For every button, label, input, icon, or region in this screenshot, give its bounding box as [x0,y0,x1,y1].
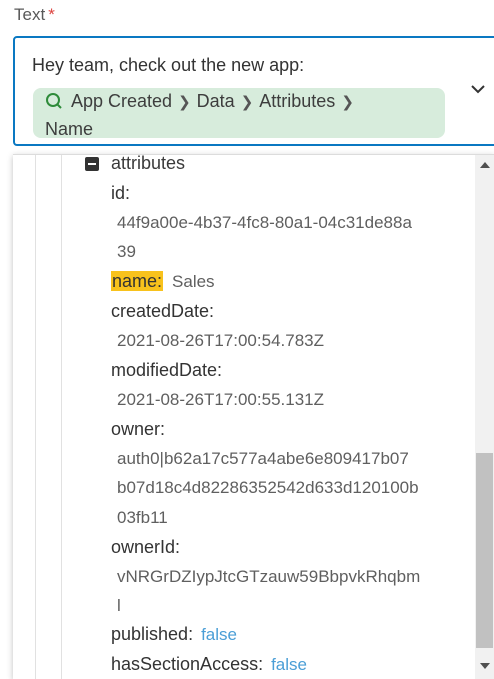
attr-value-name: Sales [172,272,215,291]
attr-key-modifieddate[interactable]: modifiedDate: [111,360,222,381]
attr-key-published-label: published: [111,624,194,644]
editor-message: Hey team, check out the new app: [32,55,305,75]
attr-key-id[interactable]: id: [111,183,130,204]
tree-guide-line [61,155,62,679]
attr-value-hassectionaccess: false [271,655,307,674]
token-segment-app-created: App Created [71,91,173,111]
attr-key-published[interactable]: published: false [111,624,237,645]
chevron-right-icon: ❯ [240,94,254,111]
attr-value-owner-line3[interactable]: 03fb11 [117,508,168,528]
scroll-up-arrow-icon[interactable] [480,162,490,168]
text-editor[interactable]: Hey team, check out the new app: App Cre… [13,36,494,146]
attr-value-owner-line2[interactable]: b07d18c4d82286352542d633d120100b [117,478,419,498]
attr-key-name-highlight: name: [111,271,164,291]
attr-value-modifieddate[interactable]: 2021-08-26T17:00:55.131Z [117,390,324,410]
data-picker-popup: attributes id: 44f9a00e-4b37-4fc8-80a1-0… [13,154,494,679]
collapse-icon[interactable] [85,157,99,171]
token-segment-data: Data [196,91,235,111]
chevron-right-icon: ❯ [341,94,354,111]
attr-key-hassectionaccess[interactable]: hasSectionAccess: false [111,654,307,675]
tree-node-attributes[interactable]: attributes [111,155,185,174]
attr-value-published: false [201,625,237,644]
attr-value-ownerid-line1[interactable]: vNRGrDZIypJtcGTzauw59BbpvkRhqbm [117,567,420,587]
attr-value-createddate[interactable]: 2021-08-26T17:00:54.783Z [117,331,324,351]
attr-key-createddate[interactable]: createdDate: [111,301,214,322]
attr-value-owner-line1[interactable]: auth0|b62a17c577a4abe6e809417b07 [117,449,409,469]
attr-value-id-line1[interactable]: 44f9a00e-4b37-4fc8-80a1-04c31de88a [117,213,412,233]
chevron-right-icon: ❯ [178,94,191,111]
field-label: Text * [14,5,55,25]
tree-guide-line [35,155,36,679]
required-marker: * [48,5,55,24]
attr-key-ownerid[interactable]: ownerId: [111,537,180,558]
attr-key-hassectionaccess-label: hasSectionAccess: [111,654,264,674]
token-segment-attributes: Attributes [259,91,336,111]
attr-key-name[interactable]: name: Sales [111,271,215,292]
attr-value-id-line2[interactable]: 39 [117,242,136,262]
attr-value-ownerid-line2[interactable]: l [117,596,121,616]
scroll-down-arrow-icon[interactable] [480,663,490,669]
variable-token[interactable]: App Created ❯ Data ❯ Attributes ❯ Name [33,88,445,139]
scroll-thumb[interactable] [476,453,493,648]
chevron-down-icon[interactable] [467,82,489,98]
token-segment-name: Name [45,119,94,139]
field-label-text: Text [14,5,46,24]
search-icon [45,92,63,117]
scrollbar[interactable] [475,155,494,679]
attr-key-owner[interactable]: owner: [111,419,165,440]
